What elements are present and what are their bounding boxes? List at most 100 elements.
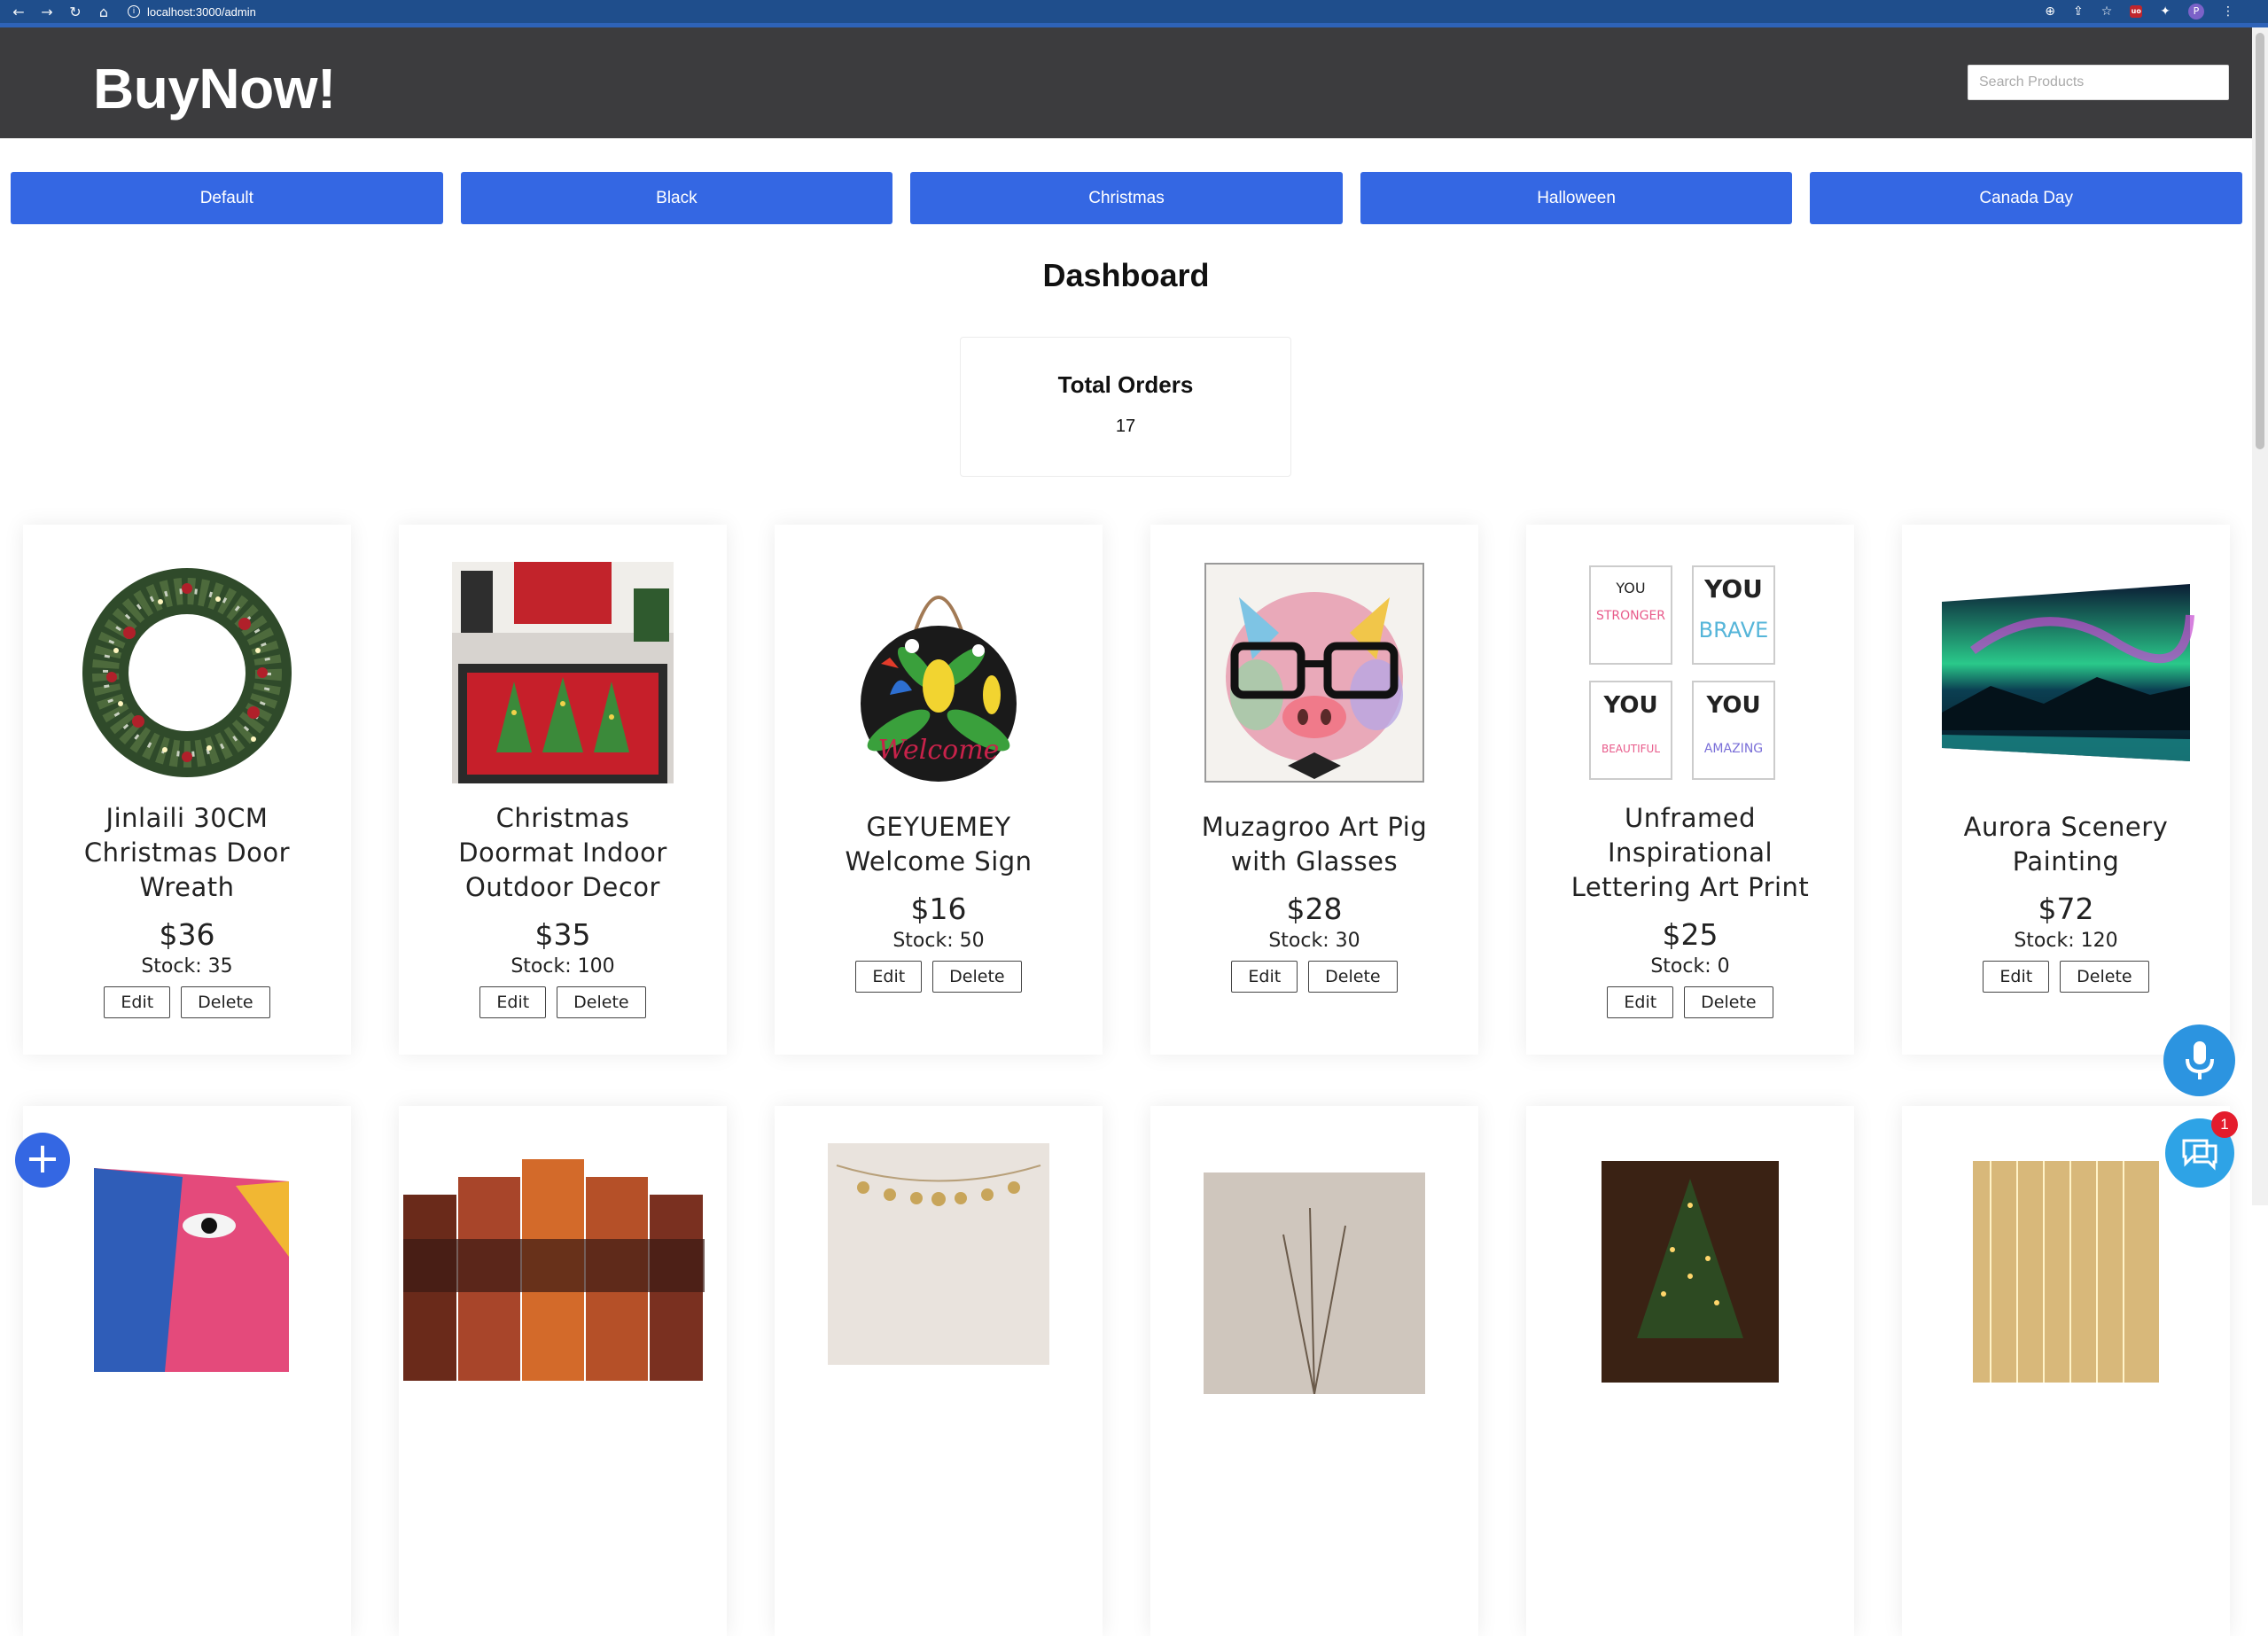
product-image-lettering-prints: YOU STRONGER YOU BRAVE YOU BEAUTIFUL YOU…	[1579, 562, 1801, 783]
product-price: $25	[1662, 917, 1719, 952]
bookmark-star-icon[interactable]: ☆	[2101, 4, 2113, 19]
product-price: $16	[910, 892, 967, 926]
delete-product-button[interactable]: Delete	[932, 961, 1022, 993]
svg-text:YOU: YOU	[1615, 580, 1645, 596]
page-title: Dashboard	[1042, 257, 1210, 293]
edit-product-button[interactable]: Edit	[104, 986, 171, 1018]
chat-notification-badge: 1	[2211, 1111, 2238, 1138]
product-name: Aurora Scenery Painting	[1963, 812, 2169, 876]
chat-support-button[interactable]: 1	[2165, 1111, 2238, 1188]
product-image-colorful-face-painting	[76, 1150, 298, 1372]
product-card: Aurora Scenery Painting $72 Stock: 120 E…	[1902, 525, 2230, 1055]
site-logo[interactable]: BuyNow!	[93, 56, 336, 121]
product-price: $72	[2038, 892, 2094, 926]
voice-search-button[interactable]	[2163, 1024, 2235, 1096]
site-info-icon[interactable]: i	[128, 5, 140, 18]
delete-product-button[interactable]: Delete	[181, 986, 270, 1018]
product-image-welcome-sign: Welcome	[828, 562, 1049, 783]
delete-product-button[interactable]: Delete	[1684, 986, 1773, 1018]
product-image-aurora-painting	[1933, 562, 2199, 783]
total-orders-card: Total Orders 17	[960, 337, 1291, 477]
product-stock: Stock: 50	[892, 930, 985, 952]
product-card	[1526, 1106, 1854, 1636]
edit-product-button[interactable]: Edit	[1607, 986, 1674, 1018]
microphone-icon	[2185, 1040, 2214, 1079]
product-card	[399, 1106, 727, 1636]
profile-avatar[interactable]: P	[2188, 4, 2204, 19]
product-price: $35	[534, 917, 591, 952]
product-image-christmas-lights	[1602, 1161, 1779, 1383]
edit-product-button[interactable]: Edit	[1231, 961, 1298, 993]
product-stock: Stock: 100	[510, 955, 615, 978]
product-card	[775, 1106, 1103, 1636]
product-image-wreath	[76, 562, 298, 783]
product-name: Unframed Inspirational Lettering Art Pri…	[1570, 803, 1810, 902]
chat-bubble-icon	[2182, 1139, 2217, 1171]
edit-product-button[interactable]: Edit	[479, 986, 547, 1018]
add-product-button[interactable]: +	[15, 1133, 70, 1188]
delete-product-button[interactable]: Delete	[557, 986, 646, 1018]
product-name: GEYUEMEY Welcome Sign	[845, 812, 1033, 876]
product-stock: Stock: 35	[141, 955, 233, 978]
product-card	[1150, 1106, 1478, 1636]
product-image-doormat	[452, 562, 674, 783]
product-card: Welcome GEYUEMEY Welcome Sign $16 Stock:…	[775, 525, 1103, 1055]
url-text: localhost:3000/admin	[147, 4, 256, 19]
total-orders-value: 17	[1115, 417, 1136, 436]
theme-selector: Default Black Christmas Halloween Canada…	[11, 172, 2242, 224]
product-name: Jinlaili 30CM Christmas Door Wreath	[83, 803, 291, 902]
product-image-moon-garland	[828, 1143, 1049, 1365]
product-price: $36	[159, 917, 215, 952]
theme-christmas-button[interactable]: Christmas	[910, 172, 1343, 224]
product-image-dried-flowers	[1204, 1172, 1425, 1394]
print-word-beautiful: BEAUTIFUL	[1602, 743, 1660, 755]
site-header: BuyNow!	[0, 27, 2252, 138]
product-card: Christmas Doormat Indoor Outdoor Decor $…	[399, 525, 727, 1055]
product-name: Christmas Doormat Indoor Outdoor Decor	[458, 803, 667, 902]
product-price: $28	[1286, 892, 1343, 926]
browser-toolbar: ← → ↻ ⌂ i localhost:3000/admin ⊕ ⇪ ☆ uo …	[0, 0, 2268, 23]
address-bar[interactable]: i localhost:3000/admin	[128, 5, 256, 19]
print-word-stronger: STRONGER	[1596, 609, 1665, 623]
product-card: Jinlaili 30CM Christmas Door Wreath $36 …	[23, 525, 351, 1055]
product-image-fairy-light-curtain	[1973, 1161, 2159, 1383]
product-name: Muzagroo Art Pig with Glasses	[1201, 812, 1428, 876]
product-image-pig-painting	[1204, 562, 1425, 783]
theme-halloween-button[interactable]: Halloween	[1360, 172, 1793, 224]
product-stock: Stock: 0	[1650, 955, 1730, 978]
extensions-puzzle-icon[interactable]: ✦	[2160, 4, 2171, 19]
browser-menu-icon[interactable]: ⋮	[2222, 4, 2234, 19]
svg-text:YOU: YOU	[1705, 692, 1760, 719]
welcome-sign-text: Welcome	[878, 735, 1000, 766]
product-card: Muzagroo Art Pig with Glasses $28 Stock:…	[1150, 525, 1478, 1055]
svg-text:YOU: YOU	[1602, 692, 1657, 719]
product-card: YOU STRONGER YOU BRAVE YOU BEAUTIFUL YOU…	[1526, 525, 1854, 1055]
theme-black-button[interactable]: Black	[460, 172, 893, 224]
product-stock: Stock: 30	[1268, 930, 1360, 952]
svg-text:YOU: YOU	[1703, 574, 1763, 604]
print-word-brave: BRAVE	[1699, 618, 1769, 643]
reload-icon[interactable]: ↻	[67, 4, 83, 20]
total-orders-label: Total Orders	[1057, 371, 1194, 398]
forward-icon[interactable]: →	[39, 4, 55, 20]
page-scrollbar[interactable]	[2252, 27, 2268, 1205]
delete-product-button[interactable]: Delete	[1308, 961, 1398, 993]
edit-product-button[interactable]: Edit	[1983, 961, 2050, 993]
back-icon[interactable]: ←	[11, 4, 27, 20]
theme-canada-day-button[interactable]: Canada Day	[1810, 172, 2242, 224]
print-word-amazing: AMAZING	[1704, 742, 1763, 756]
edit-product-button[interactable]: Edit	[855, 961, 923, 993]
product-image-sunset-canvas-set	[403, 1159, 722, 1381]
home-icon[interactable]: ⌂	[96, 4, 112, 20]
product-card	[23, 1106, 351, 1636]
product-grid: Jinlaili 30CM Christmas Door Wreath $36 …	[23, 525, 2230, 1636]
share-icon[interactable]: ⇪	[2073, 4, 2084, 19]
search-input[interactable]	[1968, 65, 2229, 100]
ublock-extension-icon[interactable]: uo	[2130, 5, 2143, 18]
theme-default-button[interactable]: Default	[11, 172, 443, 224]
zoom-icon[interactable]: ⊕	[2045, 4, 2055, 19]
product-stock: Stock: 120	[2014, 930, 2118, 952]
product-card	[1902, 1106, 2230, 1636]
delete-product-button[interactable]: Delete	[2060, 961, 2149, 993]
scrollbar-thumb[interactable]	[2256, 33, 2264, 449]
